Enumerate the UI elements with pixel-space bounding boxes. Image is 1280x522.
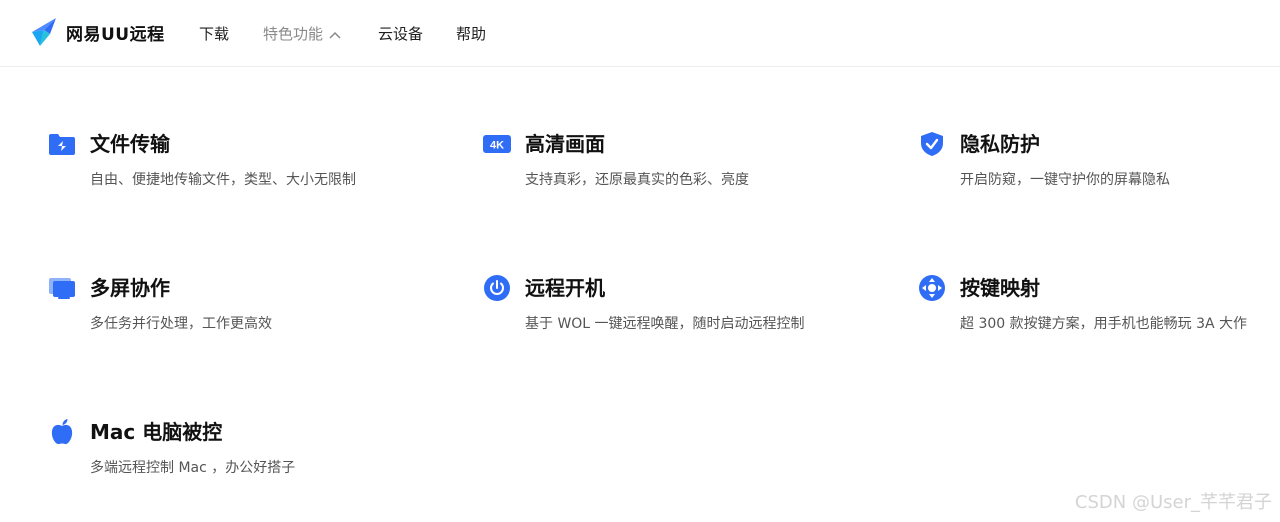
keymap-icon	[918, 274, 946, 302]
nav-cloud-device[interactable]: 云设备	[378, 24, 423, 44]
feature-title: 高清画面	[525, 132, 605, 156]
folder-transfer-icon	[48, 130, 76, 158]
multi-screen-icon	[48, 274, 76, 302]
feature-desc: 开启防窥，一键守护你的屏幕隐私	[960, 172, 1170, 188]
nav-features[interactable]: 特色功能	[263, 24, 341, 44]
shield-check-icon	[918, 130, 946, 158]
brand-name: 网易UU远程	[66, 24, 165, 45]
feature-title: 文件传输	[90, 132, 170, 156]
feature-desc: 多任务并行处理，工作更高效	[90, 316, 272, 332]
top-navbar: 网易UU远程 下载 特色功能 云设备 帮助	[0, 0, 1280, 67]
nav-download[interactable]: 下载	[199, 24, 229, 44]
feature-title: Mac 电脑被控	[90, 420, 223, 444]
feature-key-mapping: 按键映射 超 300 款按键方案，用手机也能畅玩 3A 大作	[918, 274, 1278, 344]
feature-multi-screen: 多屏协作 多任务并行处理，工作更高效	[48, 274, 468, 344]
feature-mac-control: Mac 电脑被控 多端远程控制 Mac ，办公好搭子	[48, 418, 468, 488]
feature-title: 按键映射	[960, 276, 1040, 300]
feature-remote-power: 远程开机 基于 WOL 一键远程唤醒，随时启动远程控制	[483, 274, 903, 344]
feature-file-transfer: 文件传输 自由、便捷地传输文件，类型、大小无限制	[48, 130, 468, 200]
nav-help[interactable]: 帮助	[456, 24, 486, 44]
4k-badge-icon: 4K	[483, 130, 511, 158]
brand-logo[interactable]: 网易UU远程	[30, 16, 165, 48]
feature-title: 远程开机	[525, 276, 605, 300]
apple-icon	[48, 418, 76, 446]
feature-privacy: 隐私防护 开启防窥，一键守护你的屏幕隐私	[918, 130, 1278, 200]
feature-hd-picture: 4K 高清画面 支持真彩，还原最真实的色彩、亮度	[483, 130, 903, 200]
4k-badge-text: 4K	[490, 140, 504, 152]
feature-title: 多屏协作	[90, 276, 170, 300]
feature-desc: 超 300 款按键方案，用手机也能畅玩 3A 大作	[960, 316, 1248, 332]
watermark: CSDN @User_芊芊君子	[1074, 492, 1272, 513]
feature-desc: 自由、便捷地传输文件，类型、大小无限制	[90, 172, 356, 188]
power-icon	[483, 274, 511, 302]
feature-desc: 支持真彩，还原最真实的色彩、亮度	[525, 172, 749, 188]
chevron-up-icon	[329, 31, 341, 39]
feature-desc: 多端远程控制 Mac ，办公好搭子	[90, 460, 296, 476]
nav-features-label: 特色功能	[263, 25, 324, 43]
uu-logo-icon	[32, 18, 56, 46]
feature-title: 隐私防护	[960, 132, 1040, 156]
feature-desc: 基于 WOL 一键远程唤醒，随时启动远程控制	[525, 316, 805, 332]
